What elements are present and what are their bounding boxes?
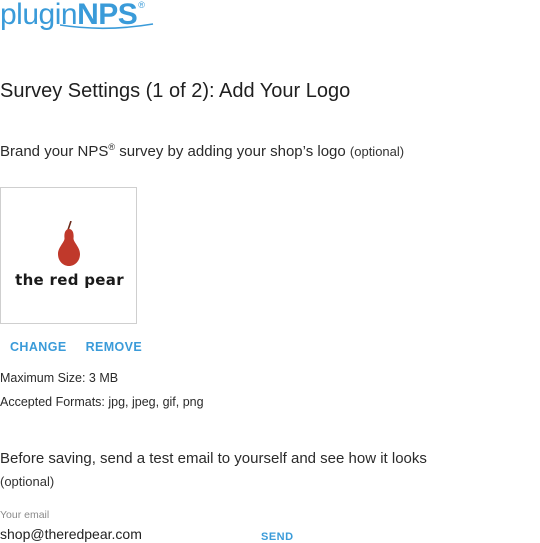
logo-actions: CHANGE REMOVE: [10, 340, 142, 354]
max-size-text: Maximum Size: 3 MB: [0, 371, 119, 385]
logo-description-optional: (optional): [349, 144, 405, 159]
brand-logo: pluginNPS ®: [0, 0, 154, 36]
logo-description-main: Brand your NPS: [0, 143, 109, 160]
logo-description-rest: survey by adding your shop’s logo: [115, 143, 350, 160]
accepted-formats-text: Accepted Formats: jpg, jpeg, gif, png: [0, 395, 204, 409]
brand-swoosh-icon: [60, 23, 154, 30]
email-field-label: Your email: [0, 509, 50, 521]
send-test-email-button[interactable]: SEND: [261, 531, 294, 543]
remove-logo-button[interactable]: REMOVE: [86, 340, 143, 354]
page-title: Survey Settings (1 of 2): Add Your Logo: [0, 80, 351, 102]
logo-preview: the red pear: [0, 187, 137, 324]
test-email-heading: Before saving, send a test email to your…: [0, 450, 427, 467]
test-email-optional: (optional): [0, 474, 55, 489]
logo-description: Brand your NPS® survey by adding your sh…: [0, 142, 404, 160]
pear-icon: [58, 221, 80, 266]
logo-wordmark: the red pear: [15, 271, 124, 289]
brand-registered-mark: ®: [138, 0, 145, 10]
change-logo-button[interactable]: CHANGE: [10, 340, 67, 354]
